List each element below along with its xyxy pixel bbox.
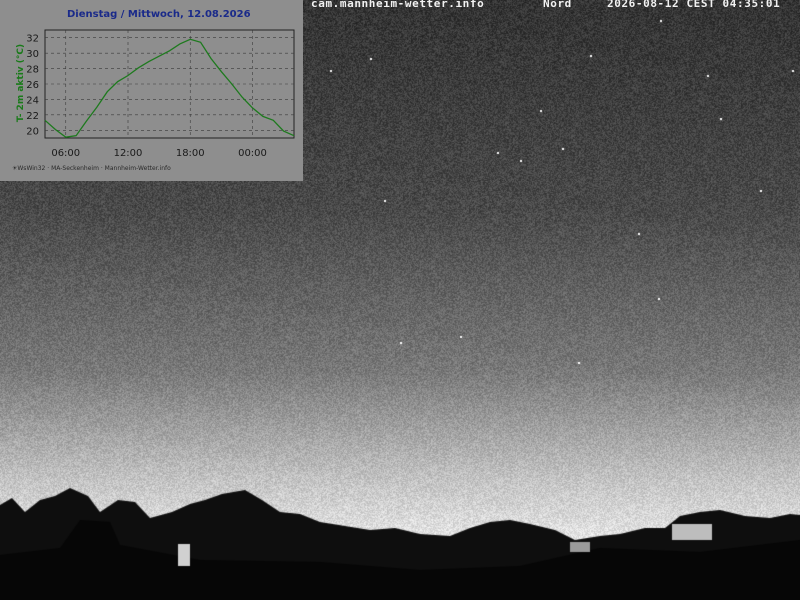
y-tick-label: 22 — [26, 111, 39, 122]
y-tick-label: 24 — [26, 95, 39, 106]
chart-footer: ☀WsWin32 · MA-Seckenheim · Mannheim-Wett… — [12, 165, 171, 172]
temperature-chart-inset: 20 22 24 26 28 30 32 06:00 12:00 18:00 00:00 Diens… — [0, 0, 303, 181]
x-tick-label: 12:00 — [114, 148, 143, 159]
x-tick-label: 06:00 — [51, 148, 80, 159]
x-tick-label: 00:00 — [238, 148, 267, 159]
x-tick-label: 18:00 — [176, 148, 205, 159]
chart-title: Dienstag / Mittwoch, 12.08.2026 — [67, 9, 251, 20]
y-tick-label: 26 — [26, 80, 39, 91]
chart-ylabel: T- 2m aktiv (°C) — [16, 43, 26, 123]
y-tick-label: 28 — [26, 65, 39, 76]
y-tick-label: 30 — [26, 49, 39, 60]
y-tick-label: 20 — [26, 126, 39, 137]
temperature-chart: 20 22 24 26 28 30 32 06:00 12:00 18:00 00:00 — [26, 29, 295, 159]
y-tick-label: 32 — [26, 34, 39, 45]
